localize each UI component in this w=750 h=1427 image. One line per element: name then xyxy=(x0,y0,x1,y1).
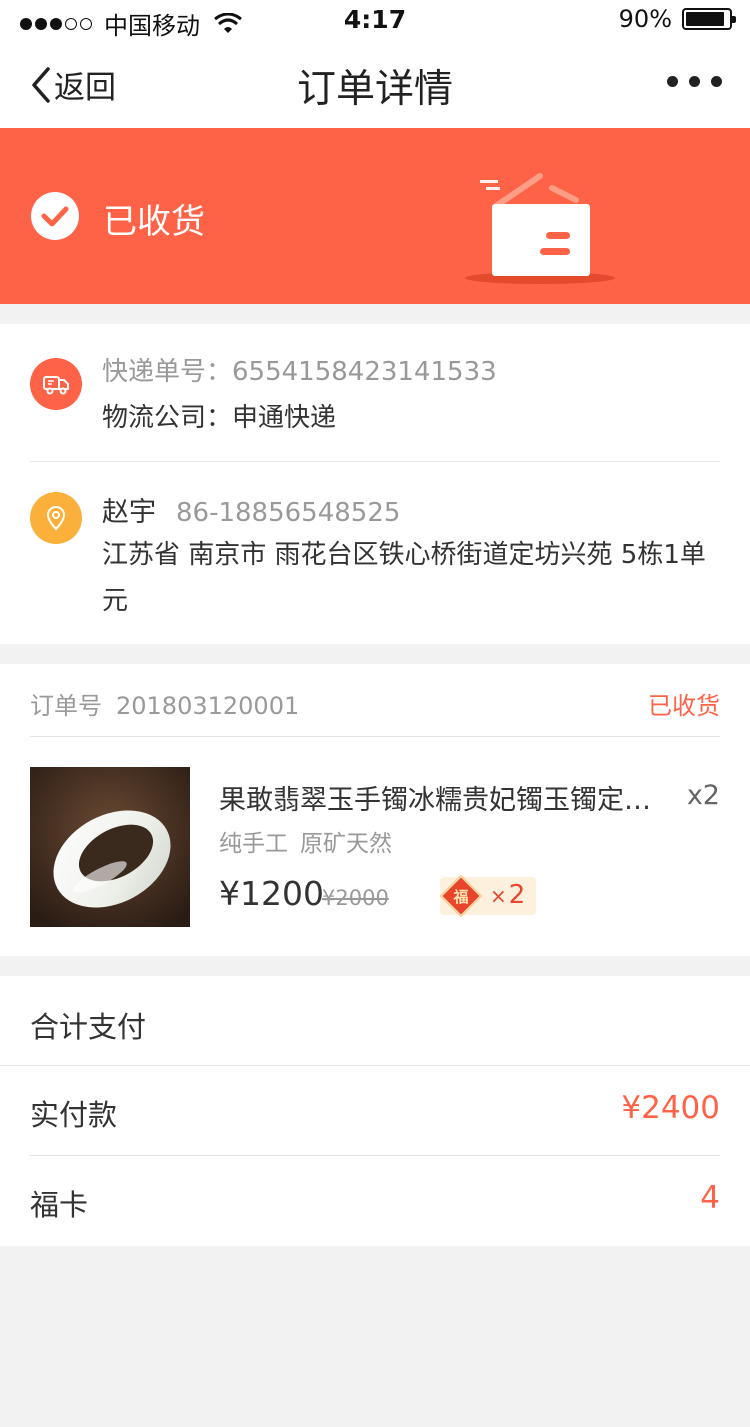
product-image[interactable] xyxy=(30,767,190,927)
battery-percent: 90% xyxy=(618,5,672,33)
order-number-label: 订单号 xyxy=(30,692,102,720)
product-title[interactable]: 果敢翡翠玉手镯冰糯贵妃镯玉镯定制款 xyxy=(219,778,669,817)
divider xyxy=(30,1155,720,1156)
order-number-line: 订单号 201803120001 xyxy=(30,686,299,721)
product-quantity: x2 xyxy=(686,780,720,811)
fu-card-total-value: 4 xyxy=(700,1180,720,1216)
more-dot-icon xyxy=(689,76,700,87)
order-card: 订单号 201803120001 已收货 果敢翡翠玉手镯冰糯贵妃镯玉镯定制款 x… xyxy=(0,664,750,956)
fu-card-char: 福 xyxy=(453,887,469,906)
fu-card-x: × xyxy=(490,884,507,908)
paid-amount-label: 实付款 xyxy=(30,1098,118,1132)
recipient-address: 江苏省 南京市 雨花台区铁心桥街道定坊兴苑 5栋1单元 xyxy=(102,540,706,616)
tracking-number: 6554158423141533 xyxy=(232,357,497,387)
fu-card-total-label: 福卡 xyxy=(30,1188,89,1222)
page-title: 订单详情 xyxy=(296,67,453,112)
recipient-line: 赵宇 86-18856548525 xyxy=(102,490,400,529)
recipient-phone: 86-18856548525 xyxy=(176,498,401,528)
more-dot-icon xyxy=(711,76,722,87)
tracking-label: 快递单号： xyxy=(102,357,233,387)
order-number: 201803120001 xyxy=(116,692,300,720)
fu-card-badge: 福 ×2 xyxy=(439,874,536,918)
more-button[interactable] xyxy=(667,76,722,87)
order-status-banner: 已收货 xyxy=(0,128,750,304)
product-tag: 纯手工 xyxy=(219,831,288,857)
product-tags: 纯手工 原矿天然 xyxy=(219,824,392,858)
fu-card-count: ×2 xyxy=(490,880,525,910)
check-circle-icon xyxy=(31,192,79,240)
courier-name: 申通快递 xyxy=(232,403,337,433)
paid-amount-value: ¥2400 xyxy=(621,1090,720,1126)
summary-title: 合计支付 xyxy=(30,1010,147,1044)
truck-icon xyxy=(30,358,82,410)
order-status-label: 已收货 xyxy=(648,692,720,720)
divider xyxy=(30,736,720,737)
product-original-price: ¥2000 xyxy=(322,886,389,910)
recipient-name: 赵宇 xyxy=(102,497,156,528)
courier-label: 物流公司： xyxy=(102,403,233,433)
status-bar: 中国移动 4:17 90% xyxy=(0,0,750,40)
banner-status-text: 已收货 xyxy=(103,202,205,242)
status-right: 90% xyxy=(618,5,736,33)
fu-card-number: 2 xyxy=(508,880,526,910)
package-received-icon xyxy=(465,173,615,284)
courier-line: 物流公司：申通快递 xyxy=(102,397,336,434)
more-dot-icon xyxy=(667,76,678,87)
payment-summary-card: 合计支付 实付款 ¥2400 福卡 4 xyxy=(0,976,750,1246)
location-pin-icon xyxy=(30,492,82,544)
battery-icon xyxy=(682,8,736,30)
divider xyxy=(0,1065,750,1066)
product-tag: 原矿天然 xyxy=(300,831,392,857)
tracking-number-line: 快递单号：6554158423141533 xyxy=(102,351,497,388)
nav-bar: 返回 订单详情 xyxy=(0,40,750,128)
divider xyxy=(30,461,720,462)
product-price: ¥1200 xyxy=(219,874,324,913)
